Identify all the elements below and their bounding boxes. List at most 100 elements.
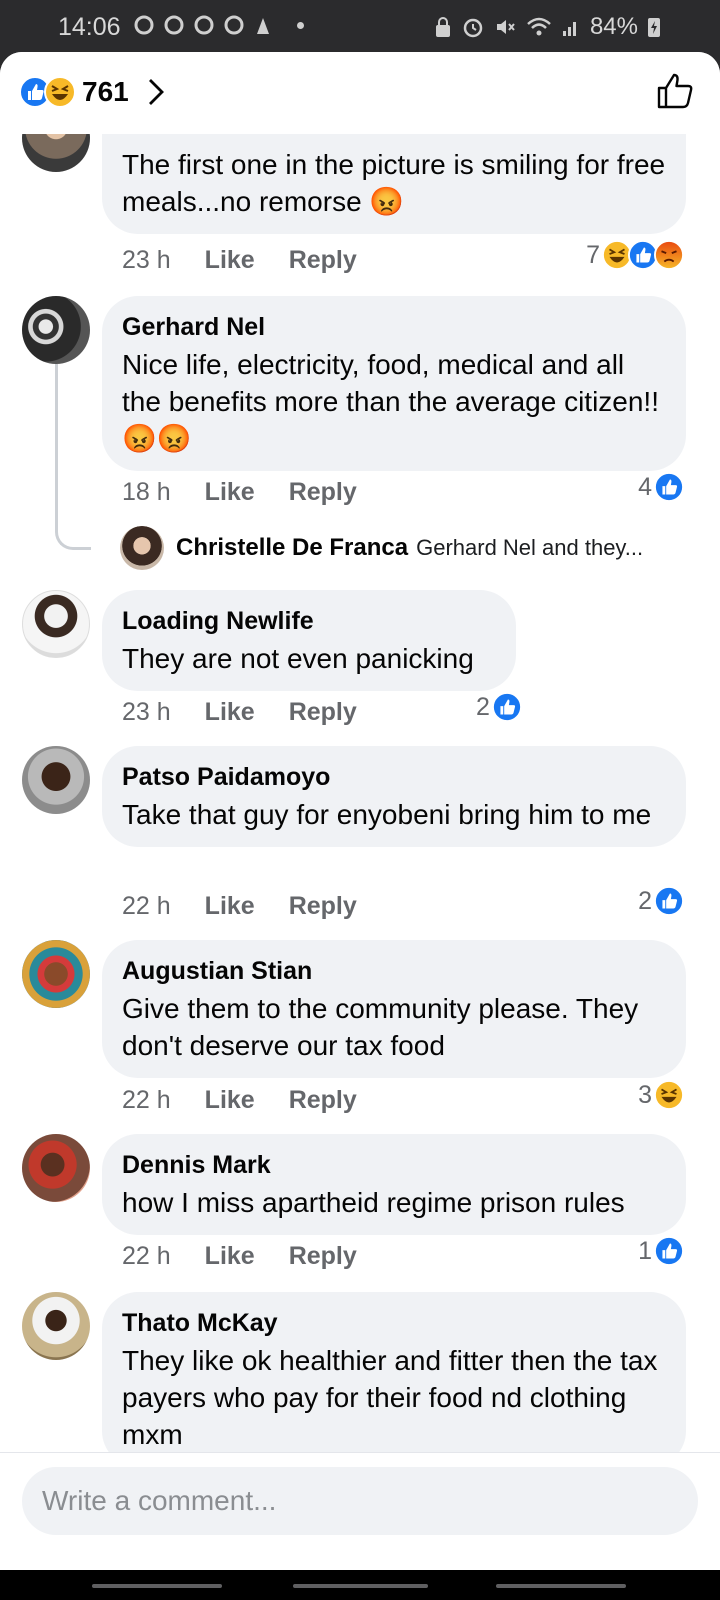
comment-actions: 22 h Like Reply [122, 1086, 357, 1115]
reply-thread-line [55, 364, 91, 550]
reply-snippet: Gerhard Nel and they... [416, 535, 644, 560]
thumbs-up-outline-icon[interactable] [656, 72, 694, 110]
comment-bubble[interactable]: Patso Paidamoyo Take that guy for enyobe… [102, 746, 686, 847]
haha-icon [654, 1080, 684, 1110]
signal-icon [562, 22, 576, 36]
avatar[interactable] [22, 1292, 90, 1360]
comment-text: They like ok healthier and fitter then t… [122, 1345, 658, 1450]
app-notification-icon [257, 18, 269, 34]
comments-list: The first one in the picture is smiling … [0, 134, 720, 1536]
comment-bubble[interactable]: Gerhard Nel Nice life, electricity, food… [102, 296, 686, 471]
comment-text: Give them to the community please. They … [122, 993, 639, 1061]
avatar[interactable] [22, 590, 90, 658]
like-button[interactable]: Like [205, 478, 255, 507]
wifi-icon [527, 17, 551, 36]
system-icons: 84% [434, 13, 660, 41]
reply-preview[interactable]: Christelle De Franca Gerhard Nel and the… [120, 526, 643, 570]
avatar[interactable] [22, 746, 90, 814]
reaction-count: 7 [586, 240, 600, 269]
comment-text: The first one in the picture is smiling … [122, 149, 666, 217]
like-button[interactable]: Like [205, 1086, 255, 1115]
comment-bubble[interactable]: Thato McKay They like ok healthier and f… [102, 1292, 686, 1467]
comment-reactions[interactable]: 7 [586, 240, 684, 270]
angry-icon [654, 240, 684, 270]
comment-author[interactable]: Patso Paidamoyo [122, 762, 666, 792]
comment-composer [0, 1452, 720, 1570]
comment-bubble[interactable]: Loading Newlife They are not even panick… [102, 590, 516, 691]
comment-author[interactable]: Gerhard Nel [122, 312, 666, 342]
avatar[interactable] [22, 1134, 90, 1202]
comment-reactions[interactable]: 2 [638, 886, 684, 916]
reaction-count: 2 [476, 692, 490, 721]
like-button[interactable]: Like [205, 892, 255, 921]
sheet-header: 761 [0, 52, 720, 134]
status-time: 14:06 [58, 13, 121, 41]
like-icon [654, 472, 684, 502]
mute-icon [496, 20, 515, 34]
system-nav-bar [0, 1570, 720, 1600]
comment-time: 22 h [122, 892, 171, 920]
comment-bubble[interactable]: Dennis Mark how I miss apartheid regime … [102, 1134, 686, 1235]
reply-author: Christelle De Franca [176, 534, 409, 561]
comment-actions: 18 h Like Reply [122, 478, 357, 507]
like-button[interactable]: Like [205, 698, 255, 727]
like-icon [654, 886, 684, 916]
avatar[interactable] [22, 134, 90, 172]
comment-actions: 22 h Like Reply [122, 1242, 357, 1271]
comment-reactions[interactable]: 2 [476, 692, 522, 722]
comment-text: They are not even panicking [122, 643, 474, 674]
comment-author[interactable]: Thato McKay [122, 1308, 666, 1338]
nav-home-button[interactable] [293, 1584, 428, 1588]
comment-author[interactable]: Loading Newlife [122, 606, 496, 636]
like-icon [491, 692, 522, 722]
sync-icon [194, 15, 214, 35]
reaction-count: 4 [638, 472, 652, 501]
reaction-summary[interactable]: 761 [19, 76, 165, 108]
reaction-count: 2 [638, 886, 652, 915]
sync-icon [224, 15, 244, 35]
comment-bubble[interactable]: The first one in the picture is smiling … [102, 134, 686, 234]
reply-button[interactable]: Reply [289, 478, 357, 507]
reply-button[interactable]: Reply [289, 1242, 357, 1271]
comment-input[interactable] [22, 1467, 698, 1535]
sync-icon [134, 15, 154, 35]
reply-button[interactable]: Reply [289, 892, 357, 921]
avatar[interactable] [22, 940, 90, 1008]
comment-actions: 23 h Like Reply [122, 246, 357, 275]
comment-time: 23 h [122, 698, 171, 726]
haha-icon [44, 76, 76, 108]
nav-recent-button[interactable] [92, 1584, 222, 1588]
reply-button[interactable]: Reply [289, 246, 357, 275]
chevron-right-icon [148, 79, 164, 105]
comment-author[interactable]: Dennis Mark [122, 1150, 666, 1180]
comment-text: Nice life, electricity, food, medical an… [122, 349, 659, 454]
like-button[interactable]: Like [205, 1242, 255, 1271]
comment-time: 18 h [122, 478, 171, 506]
comment-time: 23 h [122, 246, 171, 274]
comment-text: how I miss apartheid regime prison rules [122, 1187, 625, 1218]
comment-reactions[interactable]: 1 [638, 1236, 684, 1266]
like-button[interactable]: Like [205, 246, 255, 275]
more-notifications-dot [297, 21, 304, 29]
battery-level: 84% [589, 13, 638, 40]
battery-charging-icon [648, 18, 660, 37]
like-icon [654, 1236, 684, 1266]
reaction-count: 3 [638, 1080, 652, 1109]
comment-bubble[interactable]: Augustian Stian Give them to the communi… [102, 940, 686, 1078]
notification-icons [133, 14, 304, 36]
comment-reactions[interactable]: 3 [638, 1080, 684, 1110]
sync-icon [164, 15, 184, 35]
comment-time: 22 h [122, 1086, 171, 1114]
reply-button[interactable]: Reply [289, 1086, 357, 1115]
reply-button[interactable]: Reply [289, 698, 357, 727]
comment-reactions[interactable]: 4 [638, 472, 684, 502]
reaction-count: 761 [82, 76, 129, 107]
comment-time: 22 h [122, 1242, 171, 1270]
reaction-count: 1 [638, 1236, 652, 1265]
nav-back-button[interactable] [496, 1584, 626, 1588]
status-bar: 14:06 84% [0, 0, 720, 56]
comments-sheet: 761 The first one in the picture is smil… [0, 52, 720, 1570]
comment-author[interactable]: Augustian Stian [122, 956, 666, 986]
comment-text: Take that guy for enyobeni bring him to … [122, 799, 652, 830]
avatar[interactable] [22, 296, 90, 364]
